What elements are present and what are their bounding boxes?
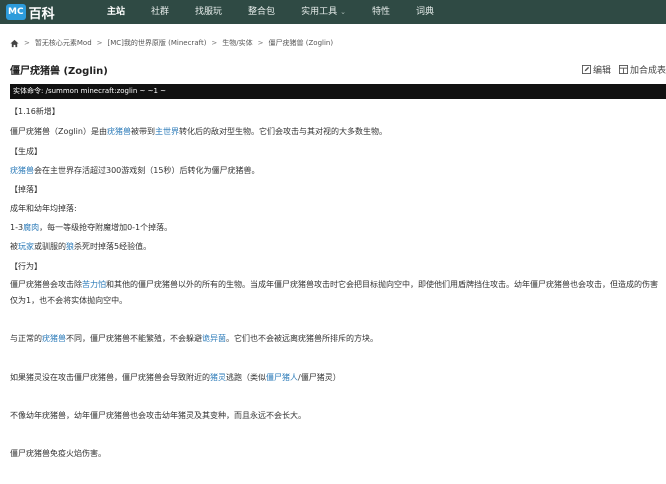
behavior-text: 僵尸疣猪兽会攻击除: [10, 280, 82, 289]
page-title: 僵尸疣猪兽 (Zoglin): [10, 65, 108, 77]
behavior-paragraph-5: 僵尸疣猪兽免疫火焰伤害。: [10, 449, 106, 458]
page-actions: 编辑 加合成表: [574, 63, 666, 76]
behavior-paragraph-2: 与正常的疣猪兽不同，僵尸疣猪兽不能繁殖，不会躲避诡异菌。它们也不会被远离疣猪兽所…: [10, 333, 378, 344]
link-player[interactable]: 玩家: [18, 242, 34, 251]
drops-text: ，每一等级抢夺附魔增加0-1个掉落。: [39, 223, 173, 232]
nav-item-dictionary[interactable]: 词典: [403, 0, 447, 24]
drops-text: 1-3: [10, 223, 24, 232]
add-recipe-button[interactable]: 加合成表: [618, 63, 666, 76]
link-hoglin[interactable]: 疣猪兽: [10, 166, 34, 175]
edit-button[interactable]: 编辑: [581, 63, 611, 76]
spawn-paragraph: 疣猪兽会在主世界存活超过300游戏刻（15秒）后转化为僵尸疣猪兽。: [10, 165, 259, 176]
section-heading-drops: 【掉落】: [10, 185, 42, 194]
nav-item-servers[interactable]: 找服玩: [182, 0, 235, 24]
chevron-down-icon: ⌄: [340, 8, 346, 16]
nav-item-features[interactable]: 特性: [359, 0, 403, 24]
behavior-text: 。它们也不会被远离疣猪兽所排斥的方块。: [226, 334, 378, 343]
section-heading-new: 【1.16新增】: [10, 107, 60, 116]
site-logo[interactable]: MC 百科: [6, 3, 94, 22]
top-navigation: MC 百科 主站 社群 找服玩 整合包 实用工具 ⌄ 特性 词典: [0, 0, 666, 24]
link-zombified-piglin[interactable]: 僵尸猪人: [266, 373, 298, 382]
command-bar: 实体命令: /summon minecraft:zoglin ~ ~1 ~: [10, 84, 666, 99]
drops-line-2: 1-3腐肉，每一等级抢夺附魔增加0-1个掉落。: [10, 222, 172, 233]
logo-badge: MC: [6, 4, 26, 20]
link-wolf[interactable]: 狼: [66, 242, 74, 251]
nav-item-main[interactable]: 主站: [94, 0, 138, 24]
link-creeper[interactable]: 苦力怕: [82, 280, 106, 289]
link-piglin[interactable]: 猪灵: [210, 373, 226, 382]
drops-line-3: 被玩家或驯服的狼杀死时掉落5经验值。: [10, 241, 151, 252]
behavior-text: /僵尸猪灵）: [298, 373, 341, 382]
link-hoglin[interactable]: 疣猪兽: [42, 334, 66, 343]
intro-text: 僵尸疣猪兽（Zoglin）是由: [10, 127, 107, 136]
behavior-paragraph-3: 如果猪灵没在攻击僵尸疣猪兽，僵尸疣猪兽会导致附近的猪灵逃跑（类似僵尸猪人/僵尸猪…: [10, 372, 341, 383]
link-hoglin[interactable]: 疣猪兽: [107, 127, 131, 136]
section-heading-spawn: 【生成】: [10, 147, 42, 156]
breadcrumb-item-mod[interactable]: 暂无核心元素Mod: [35, 38, 92, 48]
behavior-paragraph-1: 僵尸疣猪兽会攻击除苦力怕和其他的僵尸疣猪兽以外的所有的生物。当成年僵尸疣猪兽攻击…: [10, 277, 660, 309]
breadcrumb-separator: >: [211, 39, 218, 47]
behavior-text: 逃跑（类似: [226, 373, 266, 382]
drops-text: 被: [10, 242, 18, 251]
nav-item-modpacks[interactable]: 整合包: [235, 0, 288, 24]
drops-line-1: 成年和幼年均掉落:: [10, 204, 77, 213]
edit-icon: [581, 64, 591, 74]
home-icon[interactable]: [10, 39, 19, 48]
nav-item-community[interactable]: 社群: [138, 0, 182, 24]
intro-text: 被带到: [130, 127, 155, 136]
drops-text: 或驯服的: [34, 242, 66, 251]
breadcrumb: > 暂无核心元素Mod > [MC]我的世界原版 (Minecraft) > 生…: [10, 38, 666, 48]
behavior-text: 不同，僵尸疣猪兽不能繁殖，不会躲避: [66, 334, 202, 343]
intro-text: 转化后的敌对型生物。它们会攻击与其对视的大多数生物。: [178, 127, 387, 136]
behavior-text: 如果猪灵没在攻击僵尸疣猪兽，僵尸疣猪兽会导致附近的: [10, 373, 210, 382]
breadcrumb-separator: >: [96, 39, 103, 47]
behavior-text: 和其他的僵尸疣猪兽以外的所有的生物。当成年僵尸疣猪兽攻击时它会把目标抛向空中，即…: [10, 280, 658, 305]
logo-text: 百科: [28, 6, 55, 22]
nav-item-tools-label: 实用工具: [301, 7, 338, 17]
breadcrumb-separator: >: [257, 39, 264, 47]
edit-label: 编辑: [592, 65, 611, 76]
drops-text: 杀死时掉落5经验值。: [74, 242, 152, 251]
title-bar: 僵尸疣猪兽 (Zoglin) 编辑 加合成表: [10, 62, 666, 77]
breadcrumb-separator: >: [24, 39, 30, 47]
breadcrumb-item-current: 僵尸疣猪兽 (Zoglin): [268, 39, 334, 47]
nav-item-tools[interactable]: 实用工具 ⌄: [288, 0, 359, 24]
breadcrumb-item-category[interactable]: 生物/实体: [222, 38, 252, 48]
link-overworld[interactable]: 主世界: [155, 127, 179, 136]
link-rotten-flesh[interactable]: 腐肉: [23, 223, 39, 232]
add-recipe-label: 加合成表: [629, 65, 666, 76]
breadcrumb-item-minecraft[interactable]: [MC]我的世界原版 (Minecraft): [108, 38, 207, 48]
section-heading-behavior: 【行为】: [10, 262, 42, 271]
intro-paragraph: 僵尸疣猪兽（Zoglin）是由疣猪兽被带到主世界转化后的敌对型生物。它们会攻击与…: [10, 126, 387, 137]
behavior-text: 与正常的: [10, 334, 42, 343]
behavior-paragraph-4: 不像幼年疣猪兽，幼年僵尸疣猪兽也会攻击幼年猪灵及其变种，而且永远不会长大。: [10, 411, 306, 420]
link-warped-fungus[interactable]: 诡异菌: [202, 334, 226, 343]
table-icon: [618, 64, 628, 74]
spawn-text: 会在主世界存活超过300游戏刻（15秒）后转化为僵尸疣猪兽。: [34, 166, 260, 175]
